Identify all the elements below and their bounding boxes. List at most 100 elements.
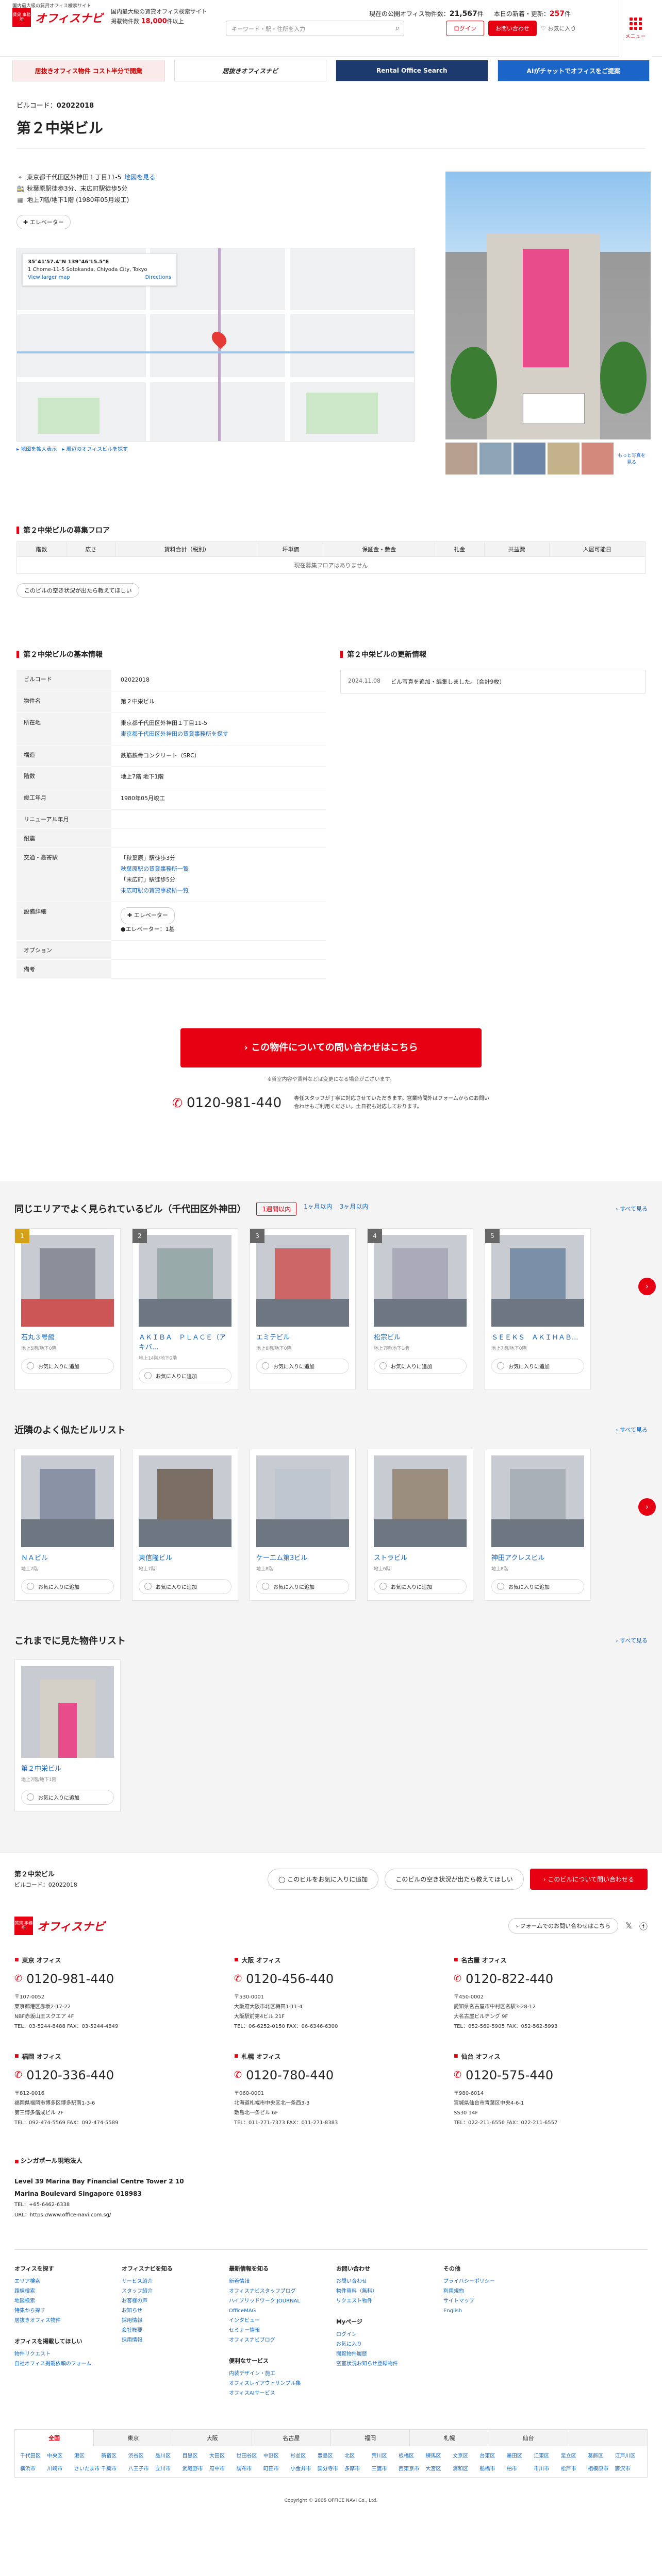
building-photo[interactable] — [445, 172, 651, 439]
thumbnail[interactable] — [582, 443, 614, 474]
more-photos-link[interactable]: もっと写真を見る — [616, 443, 648, 474]
area-search-link[interactable]: 東京都千代田区外神田の賃貸事務所を探す — [121, 731, 228, 737]
ward-link[interactable]: 船橋市 — [479, 2464, 506, 2472]
ward-link[interactable]: 千代田区 — [20, 2451, 47, 2459]
add-favorite-button[interactable]: お気に入りに追加 — [139, 1579, 231, 1594]
station-link[interactable]: 末広町駅の賃貸事務所一覧 — [121, 887, 189, 894]
add-favorite-button[interactable]: お気に入りに追加 — [21, 1579, 114, 1594]
ward-link[interactable]: 武蔵野市 — [183, 2464, 209, 2472]
ward-link[interactable]: 杉並区 — [290, 2451, 317, 2459]
filter-month[interactable]: 1ヶ月以内 — [304, 1202, 333, 1216]
add-favorite-button[interactable]: お気に入りに追加 — [21, 1789, 114, 1805]
thumbnail[interactable] — [479, 443, 511, 474]
ward-link[interactable]: 文京区 — [453, 2451, 479, 2459]
building-card[interactable]: 1 石丸３号館 地上5階/地下0階 お気に入りに追加 — [14, 1228, 121, 1390]
ward-link[interactable]: 世田谷区 — [236, 2451, 263, 2459]
ward-link[interactable]: 渋谷区 — [128, 2451, 155, 2459]
nearby-see-all[interactable]: › すべて見る — [616, 1426, 648, 1434]
ward-link[interactable]: 藤沢市 — [615, 2464, 642, 2472]
map-link[interactable]: 地図を見る — [124, 172, 155, 183]
ward-link[interactable]: 台東区 — [479, 2451, 506, 2459]
area-tab[interactable]: 全国 — [15, 2429, 94, 2446]
ward-link[interactable]: 北区 — [344, 2451, 371, 2459]
login-button[interactable]: ログイン — [446, 21, 484, 36]
ward-link[interactable]: 中野区 — [263, 2451, 290, 2459]
carousel-next-icon[interactable]: › — [638, 1498, 656, 1516]
ward-link[interactable]: 府中市 — [209, 2464, 236, 2472]
add-favorite-button[interactable]: お気に入りに追加 — [374, 1358, 467, 1374]
history-see-all[interactable]: › すべて見る — [616, 1636, 648, 1645]
ward-link[interactable]: 江東区 — [534, 2451, 560, 2459]
building-card[interactable]: ストラビル 地上6階 お気に入りに追加 — [367, 1448, 473, 1601]
building-card[interactable]: 3 エミテビル 地上8階/地下0階 お気に入りに追加 — [250, 1228, 356, 1390]
menu-button[interactable]: メニュー — [619, 0, 652, 57]
ward-link[interactable]: 荒川区 — [372, 2451, 399, 2459]
office-phone[interactable]: ✆ 0120-336-440 — [14, 2068, 208, 2082]
office-phone[interactable]: ✆ 0120-822-440 — [454, 1972, 648, 1986]
directions-link[interactable]: Directions — [145, 274, 171, 281]
building-card[interactable]: 第２中栄ビル 地上7階/地下1階 お気に入りに追加 — [14, 1659, 121, 1811]
office-phone[interactable]: ✆ 0120-981-440 — [14, 1972, 208, 1986]
ward-link[interactable]: 江戸川区 — [615, 2451, 642, 2459]
filter-3months[interactable]: 3ヶ月以内 — [340, 1202, 369, 1216]
banner-inuki-navi[interactable]: 居抜きオフィスナビ — [174, 60, 326, 81]
station-link[interactable]: 秋葉原駅の賃貸事務所一覧 — [121, 866, 189, 872]
area-tab[interactable]: 東京 — [94, 2429, 173, 2446]
site-logo[interactable]: 国内最大級の賃貸オフィス検索サイト 賃貸 事務所 オフィスナビ — [12, 4, 103, 27]
notify-vacancy-button[interactable]: このビルの空き状況が出たら教えてほしい — [16, 583, 140, 598]
search-input[interactable]: キーワード・駅・住所を入力 ⌕ — [226, 21, 404, 36]
ward-link[interactable]: 小金井市 — [290, 2464, 317, 2472]
add-favorite-button[interactable]: お気に入りに追加 — [374, 1579, 467, 1594]
banner-ai-chat[interactable]: AIがチャットでオフィスをご提案 — [497, 60, 650, 81]
ward-link[interactable]: 松戸市 — [561, 2464, 588, 2472]
ward-link[interactable]: 新宿区 — [101, 2451, 128, 2459]
notify-bar-button[interactable]: このビルの空き状況が出たら教えてほしい — [385, 1868, 524, 1890]
area-tab[interactable]: 札幌 — [410, 2429, 489, 2446]
thumbnail[interactable] — [548, 443, 580, 474]
add-favorite-button[interactable]: お気に入りに追加 — [491, 1579, 584, 1594]
thumbnail[interactable] — [514, 443, 545, 474]
thumbnail[interactable] — [445, 443, 477, 474]
facebook-icon[interactable]: ⓕ — [639, 1920, 648, 1932]
view-larger-map-link[interactable]: View larger map — [28, 275, 70, 280]
office-phone[interactable]: ✆ 0120-575-440 — [454, 2068, 648, 2082]
ward-link[interactable]: 横浜市 — [20, 2464, 47, 2472]
area-tab[interactable]: 名古屋 — [252, 2429, 331, 2446]
ward-link[interactable]: 品川区 — [155, 2451, 182, 2459]
add-favorite-button[interactable]: お気に入りに追加 — [256, 1358, 349, 1374]
x-icon[interactable]: 𝕏 — [625, 1921, 632, 1930]
banner-inuki[interactable]: 居抜きオフィス物件 コスト半分で開業 — [12, 60, 165, 81]
area-tab[interactable]: 大阪 — [173, 2429, 252, 2446]
contact-button[interactable]: お問い合わせ — [488, 21, 537, 36]
add-favorite-button[interactable]: お気に入りに追加 — [256, 1579, 349, 1594]
building-card[interactable]: ＮＡビル 地上7階 お気に入りに追加 — [14, 1448, 121, 1601]
ward-link[interactable]: 目黒区 — [183, 2451, 209, 2459]
ward-link[interactable]: 市川市 — [534, 2464, 560, 2472]
building-card[interactable]: 5 ＳＥＥＫＳ ＡＫＩＨＡＢ... 地上7階/地下0階 お気に入りに追加 — [485, 1228, 591, 1390]
nearby-search-link[interactable]: ▸ 周辺のオフィスビルを探す — [62, 445, 128, 452]
favorite-link[interactable]: ♡ お気に入り — [541, 21, 576, 36]
map-view[interactable]: 35°41'57.4"N 139°46'15.5"E 1 Chome-11-5 … — [16, 248, 415, 442]
building-card[interactable]: ケーエム第3ビル 地上8階 お気に入りに追加 — [250, 1448, 356, 1601]
footer-logo[interactable]: 賃貸 事務所 オフィスナビ — [14, 1916, 105, 1935]
enlarge-map-link[interactable]: ▸ 地図を拡大表示 — [16, 445, 57, 452]
ward-link[interactable]: 墨田区 — [507, 2451, 534, 2459]
ward-link[interactable]: 大田区 — [209, 2451, 236, 2459]
ward-link[interactable]: 多摩市 — [344, 2464, 371, 2472]
inquiry-bar-button[interactable]: › このビルについて問い合わせる — [529, 1868, 648, 1890]
popular-see-all[interactable]: › すべて見る — [616, 1205, 648, 1213]
ward-link[interactable]: 柏市 — [507, 2464, 534, 2472]
ward-link[interactable]: 中央区 — [47, 2451, 74, 2459]
ward-link[interactable]: 大宮区 — [426, 2464, 453, 2472]
ward-link[interactable]: 千葉市 — [101, 2464, 128, 2472]
ward-link[interactable]: 八王子市 — [128, 2464, 155, 2472]
building-card[interactable]: 4 松宗ビル 地上7階/地下1階 お気に入りに追加 — [367, 1228, 473, 1390]
ward-link[interactable]: 板橋区 — [399, 2451, 425, 2459]
ward-link[interactable]: 葛飾区 — [588, 2451, 615, 2459]
banner-rental-office[interactable]: Rental Office Search — [336, 60, 488, 81]
add-favorite-bar-button[interactable]: ◯ このビルをお気に入りに追加 — [268, 1868, 379, 1890]
ward-link[interactable]: さいたま市 — [74, 2464, 101, 2472]
office-phone[interactable]: ✆ 0120-456-440 — [234, 1972, 428, 1986]
filter-week[interactable]: 1週間以内 — [256, 1201, 297, 1216]
ward-link[interactable]: 国分寺市 — [318, 2464, 344, 2472]
